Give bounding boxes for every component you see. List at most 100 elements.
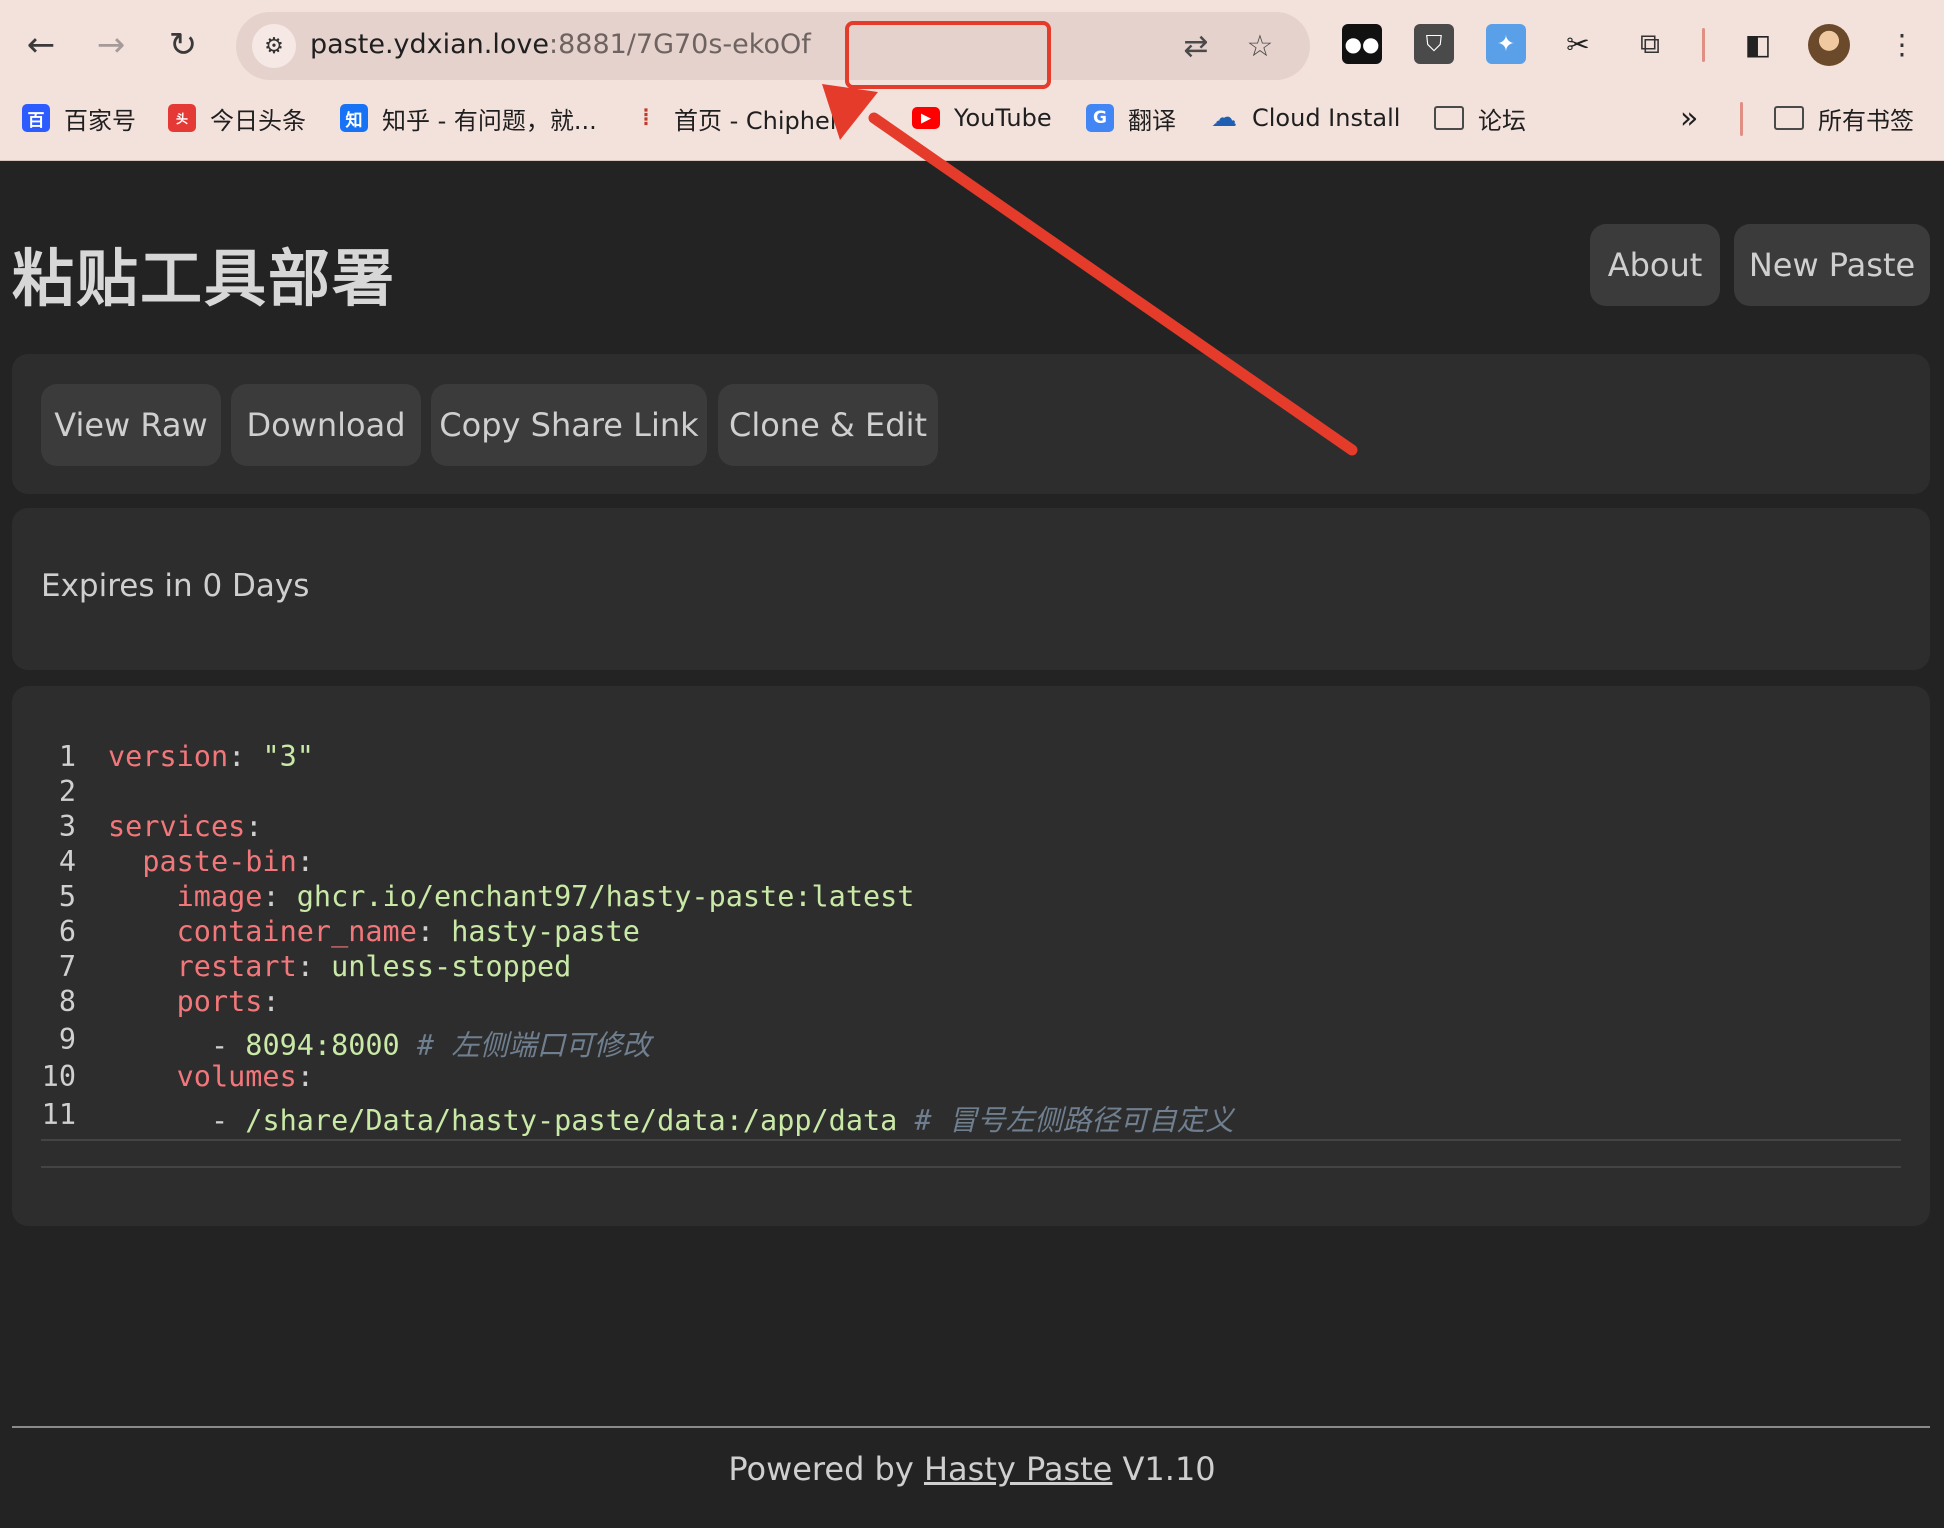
folder-icon [1434, 106, 1464, 130]
code-text: - /share/Data/hasty-paste/data:/app/data… [108, 1098, 1234, 1139]
download-button[interactable]: Download [231, 384, 421, 466]
line-number: 10 [41, 1060, 76, 1093]
forward-arrow-icon[interactable]: → [86, 20, 136, 70]
browser-chrome: ← → ↻ ⚙ paste.ydxian.love:8881/7G70s-eko… [0, 0, 1944, 161]
footer-divider [12, 1426, 1930, 1428]
profile-avatar[interactable] [1808, 24, 1850, 66]
bookmark-label: 百家号 [64, 106, 136, 135]
extension-scissors-icon[interactable]: ✂ [1558, 24, 1598, 64]
bookmark-label: 首页 - Chiphell [674, 106, 844, 135]
bookmark-label: YouTube [954, 104, 1052, 132]
line-number: 1 [58, 740, 76, 773]
yaml-value: 8094:8000 [245, 1029, 400, 1062]
bookmarks-divider [1740, 102, 1743, 136]
extension-glasses-icon[interactable]: ●● [1342, 24, 1382, 64]
yaml-value: hasty-paste [451, 915, 640, 948]
yaml-key: paste-bin [142, 845, 297, 878]
hasty-paste-link[interactable]: Hasty Paste [924, 1450, 1112, 1488]
extensions-puzzle-icon[interactable]: ⧉ [1630, 24, 1670, 64]
bookmarks-overflow-button[interactable]: » [1680, 96, 1698, 140]
cloud-icon: ☁ [1211, 103, 1237, 133]
yaml-key: services [108, 810, 246, 843]
code-text: ports: [108, 985, 280, 1018]
yaml-comment: # 冒号左侧路径可自定义 [914, 1104, 1234, 1137]
bookmark-label: 所有书签 [1818, 106, 1914, 135]
code-text: version: "3" [108, 740, 314, 773]
bookmark-youtube[interactable]: ▶ YouTube [912, 96, 1052, 140]
toolbar-divider [1702, 28, 1705, 62]
copy-share-link-button[interactable]: Copy Share Link [431, 384, 707, 466]
line-number: 2 [58, 775, 76, 808]
url-path-highlight-box [845, 21, 1051, 89]
youtube-icon: ▶ [912, 107, 940, 129]
new-paste-button[interactable]: New Paste [1734, 224, 1930, 306]
bookmark-translate[interactable]: G 翻译 [1086, 96, 1176, 140]
line-number: 8 [58, 985, 76, 1018]
yaml-value: unless-stopped [331, 950, 572, 983]
bookmark-label: 论坛 [1478, 106, 1526, 135]
more-menu-icon[interactable]: ⋮ [1882, 24, 1922, 64]
address-bar[interactable]: ⚙ paste.ydxian.love:8881/7G70s-ekoOf ⇄ ☆ [236, 12, 1310, 89]
code-text: - 8094:8000 # 左侧端口可修改 [108, 1023, 651, 1064]
code-text: restart: unless-stopped [108, 950, 572, 983]
bookmark-chiphell[interactable]: ⦙ 首页 - Chiphell [632, 96, 844, 140]
yaml-colon: : [262, 985, 280, 1018]
yaml-value: "3" [262, 740, 314, 773]
reload-icon[interactable]: ↻ [158, 20, 208, 70]
yaml-comment: # 左侧端口可修改 [416, 1029, 651, 1062]
bookmark-toutiao[interactable]: 头今日头条 [168, 96, 306, 140]
yaml-key: image [176, 880, 263, 913]
yaml-key: volumes [176, 1060, 297, 1093]
clone-edit-button[interactable]: Clone & Edit [718, 384, 938, 466]
site-settings-icon[interactable]: ⚙ [252, 24, 296, 68]
code-divider [41, 1166, 1901, 1168]
code-text: services: [108, 810, 262, 843]
all-bookmarks-folder[interactable]: 所有书签 [1774, 96, 1914, 140]
yaml-value: ghcr.io/enchant97/hasty-paste:latest [296, 880, 915, 913]
yaml-key: version [108, 740, 229, 773]
code-text: image: ghcr.io/enchant97/hasty-paste:lat… [108, 880, 915, 913]
line-number: 3 [58, 810, 76, 843]
bookmarks-bar: 百百家号 头今日头条 知知乎 - 有问题，就... ⦙ 首页 - Chiphell… [0, 96, 1944, 140]
view-raw-button[interactable]: View Raw [41, 384, 221, 466]
bookmark-folder-luntan[interactable]: 论坛 [1434, 96, 1526, 140]
folder-icon [1774, 106, 1804, 130]
url-path: /7G70s-ekoOf [626, 29, 811, 60]
yaml-value: /share/Data/hasty-paste/data:/app/data [245, 1104, 898, 1137]
yaml-dash: - [210, 1104, 246, 1137]
chiphell-icon: ⦙ [643, 105, 649, 131]
yaml-colon: : [296, 1060, 314, 1093]
bookmark-zhihu[interactable]: 知知乎 - 有问题，就... [340, 96, 597, 140]
yaml-colon: : [296, 845, 314, 878]
about-button[interactable]: About [1590, 224, 1720, 306]
back-arrow-icon[interactable]: ← [16, 20, 66, 70]
yaml-colon: : [262, 880, 297, 913]
toutiao-icon: 头 [168, 104, 196, 132]
extension-cookie-icon[interactable]: ✦ [1486, 24, 1526, 64]
line-number: 4 [58, 845, 76, 878]
translate-icon[interactable]: ⇄ [1176, 26, 1216, 66]
side-panel-icon[interactable]: ◧ [1738, 24, 1778, 64]
url-text[interactable]: paste.ydxian.love:8881/7G70s-ekoOf [310, 29, 811, 60]
bookmark-cloud-install[interactable]: ☁ Cloud Install [1210, 96, 1400, 140]
bookmark-label: 今日头条 [210, 106, 306, 135]
bookmark-label: 翻译 [1128, 106, 1176, 135]
code-text: container_name: hasty-paste [108, 915, 640, 948]
extension-bitwarden-icon[interactable]: ⛉ [1414, 24, 1454, 64]
google-translate-icon: G [1086, 104, 1114, 132]
url-host: paste.ydxian.love [310, 29, 549, 60]
yaml-colon: : [245, 810, 263, 843]
bookmark-star-icon[interactable]: ☆ [1240, 26, 1280, 66]
yaml-key: restart [176, 950, 297, 983]
line-number: 5 [58, 880, 76, 913]
bookmark-label: 知乎 - 有问题，就... [382, 106, 597, 135]
line-number: 7 [58, 950, 76, 983]
yaml-colon: : [228, 740, 263, 773]
yaml-key: ports [176, 985, 263, 1018]
yaml-colon: : [416, 915, 452, 948]
bookmark-baijiahao[interactable]: 百百家号 [22, 96, 136, 140]
